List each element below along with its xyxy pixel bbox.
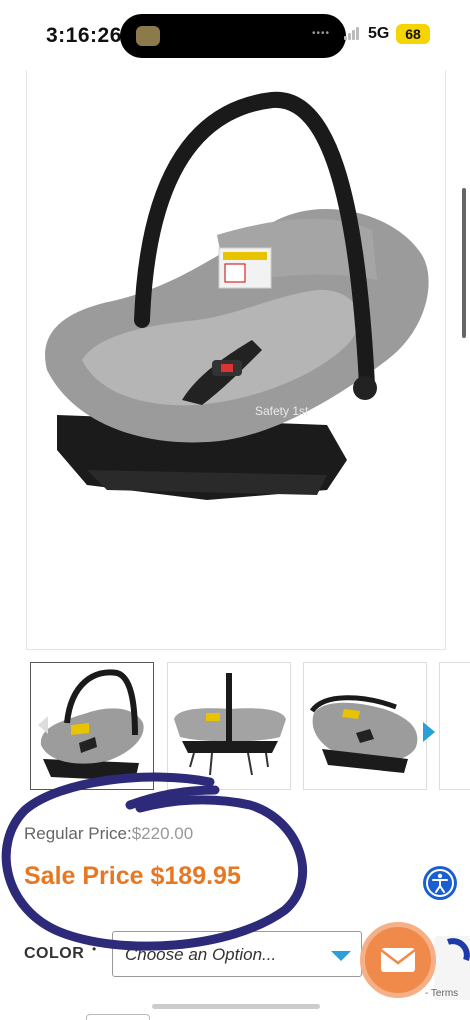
mail-icon [380, 948, 416, 972]
thumbnail-strip [30, 662, 470, 790]
color-select-placeholder: Choose an Option... [125, 945, 277, 964]
accessibility-icon [426, 869, 454, 897]
thumbnail-2[interactable] [167, 662, 291, 790]
car-seat-illustration: Safety 1st [45, 91, 429, 500]
accessibility-button[interactable] [423, 866, 457, 900]
car-seat-thumb-angle [309, 695, 418, 773]
battery-indicator: 68 [396, 24, 430, 44]
chat-mail-button[interactable] [360, 922, 436, 998]
bottom-tab-handle [86, 1014, 150, 1020]
thumbnail-next-arrow-icon[interactable] [423, 722, 435, 742]
brand-logo: Safety 1st [255, 404, 309, 418]
signal-dots: •••• [312, 28, 331, 39]
required-marker: • [92, 942, 97, 956]
home-indicator[interactable] [152, 1004, 320, 1009]
page-scrollbar[interactable] [462, 188, 466, 338]
thumbnail-1[interactable] [30, 662, 154, 790]
clock-time: 3:16:26 [46, 24, 122, 47]
thumbnail-4-partial[interactable] [439, 662, 470, 790]
thumbnail-prev-arrow-icon[interactable] [38, 716, 48, 734]
network-type: 5G [368, 25, 390, 42]
car-seat-thumb-front [40, 669, 144, 781]
main-product-image[interactable]: Safety 1st [26, 70, 446, 650]
regular-price: Regular Price:$220.00 [24, 824, 193, 844]
recaptcha-icon [446, 938, 470, 962]
color-option-label: COLOR [24, 945, 85, 962]
car-seat-thumb-side [174, 673, 286, 776]
status-bar: 3:16:26 •••• 5G 68 [0, 0, 470, 70]
thumbnail-3[interactable] [303, 662, 427, 790]
chevron-down-icon [331, 951, 351, 961]
regular-price-label: Regular Price: [24, 824, 132, 843]
color-select[interactable]: Choose an Option... [112, 931, 362, 977]
sale-price: Sale Price $189.95 [24, 862, 241, 890]
now-playing-thumbnail [136, 26, 160, 46]
regular-price-value: $220.00 [131, 824, 194, 843]
cellular-bars-icon [344, 26, 360, 40]
